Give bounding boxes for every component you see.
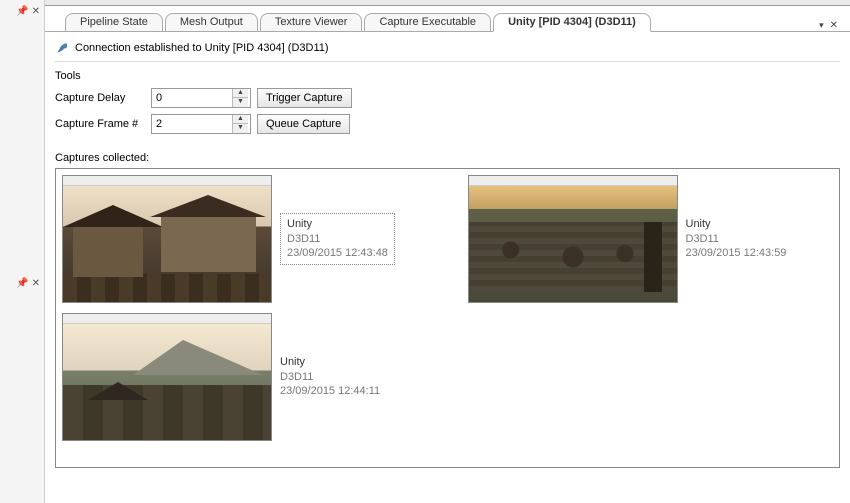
- capture-api: D3D11: [287, 232, 388, 247]
- capture-time: 23/09/2015 12:43:59: [686, 246, 787, 261]
- captures-heading: Captures collected:: [55, 152, 840, 164]
- capture-item[interactable]: Unity D3D11 23/09/2015 12:43:48: [62, 175, 428, 303]
- captures-list: Unity D3D11 23/09/2015 12:43:48: [55, 168, 840, 468]
- capture-time: 23/09/2015 12:44:11: [280, 384, 380, 399]
- tab-menu-dropdown-icon[interactable]: [819, 19, 824, 31]
- feather-icon: [55, 41, 69, 55]
- capture-time: 23/09/2015 12:43:48: [287, 246, 388, 261]
- left-dock-gutter: 📌 ✕ 📌 ✕: [0, 0, 45, 503]
- capture-delay-label: Capture Delay: [55, 92, 145, 104]
- tools-heading: Tools: [55, 70, 840, 82]
- capture-frame-spinner[interactable]: ▲ ▼: [151, 114, 251, 134]
- capture-title: Unity: [686, 217, 787, 232]
- capture-metadata: Unity D3D11 23/09/2015 12:44:11: [280, 355, 380, 400]
- capture-delay-spinner[interactable]: ▲ ▼: [151, 88, 251, 108]
- trigger-capture-button[interactable]: Trigger Capture: [257, 88, 352, 108]
- capture-title: Unity: [280, 355, 380, 370]
- capture-api: D3D11: [686, 232, 787, 247]
- capture-metadata: Unity D3D11 23/09/2015 12:43:59: [686, 217, 787, 262]
- capture-item[interactable]: Unity D3D11 23/09/2015 12:44:11: [62, 313, 428, 441]
- connection-panel: Connection established to Unity [PID 430…: [45, 31, 850, 503]
- tab-pipeline-state[interactable]: Pipeline State: [65, 13, 163, 32]
- tab-mesh-output[interactable]: Mesh Output: [165, 13, 258, 32]
- tab-capture-executable[interactable]: Capture Executable: [364, 13, 491, 32]
- capture-frame-input[interactable]: [152, 115, 232, 133]
- tab-unity-connection[interactable]: Unity [PID 4304] (D3D11): [493, 13, 651, 32]
- capture-thumbnail[interactable]: [62, 175, 272, 303]
- spinner-down-icon[interactable]: ▼: [233, 124, 248, 133]
- pin-icon[interactable]: 📌: [16, 6, 28, 17]
- capture-delay-input[interactable]: [152, 89, 232, 107]
- spinner-up-icon[interactable]: ▲: [233, 89, 248, 98]
- tab-texture-viewer[interactable]: Texture Viewer: [260, 13, 363, 32]
- capture-api: D3D11: [280, 370, 380, 385]
- tab-bar: Pipeline State Mesh Output Texture Viewe…: [45, 6, 850, 31]
- tab-close-icon[interactable]: [830, 19, 838, 31]
- queue-capture-button[interactable]: Queue Capture: [257, 114, 350, 134]
- capture-item[interactable]: Unity D3D11 23/09/2015 12:43:59: [468, 175, 834, 303]
- spinner-down-icon[interactable]: ▼: [233, 98, 248, 107]
- connection-status-text: Connection established to Unity [PID 430…: [75, 42, 329, 54]
- close-icon[interactable]: ✕: [32, 6, 40, 17]
- capture-frame-label: Capture Frame #: [55, 118, 145, 130]
- capture-thumbnail[interactable]: [468, 175, 678, 303]
- pin-icon[interactable]: 📌: [16, 278, 28, 289]
- spinner-up-icon[interactable]: ▲: [233, 115, 248, 124]
- capture-metadata: Unity D3D11 23/09/2015 12:43:48: [280, 213, 395, 266]
- capture-thumbnail[interactable]: [62, 313, 272, 441]
- close-icon[interactable]: ✕: [32, 278, 40, 289]
- capture-title: Unity: [287, 217, 388, 232]
